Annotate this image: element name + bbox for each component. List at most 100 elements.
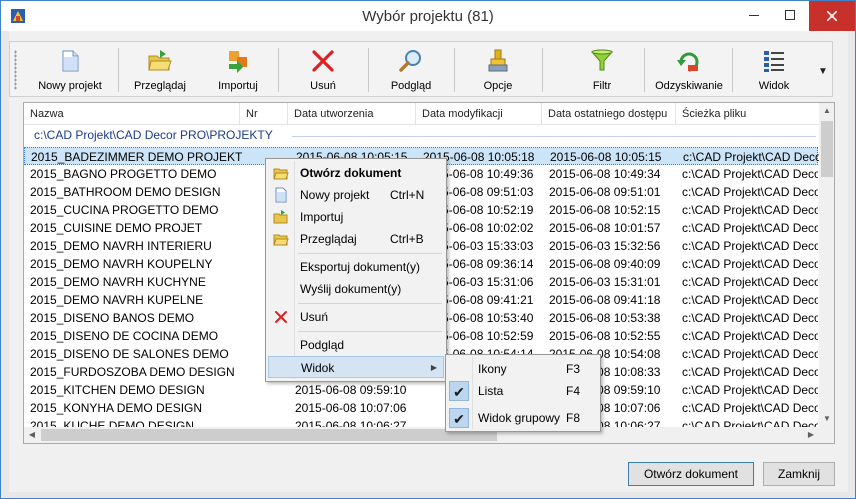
cell-name: 2015_DEMO NAVRH KOUPELNY <box>30 257 213 271</box>
cell-path: c:\CAD Projekt\CAD Decor PRO\PROJEKTY <box>682 275 818 289</box>
cell-accessed: 2015-06-08 10:52:15 <box>549 203 661 217</box>
cell-name: 2015_CUISINE DEMO PROJET <box>30 221 203 235</box>
recovery-button[interactable]: Odzyskiwanie <box>646 42 732 96</box>
checkmark-icon: ✔ <box>449 381 469 401</box>
cell-path: c:\CAD Projekt\CAD Decor PRO\PROJEKTY <box>683 150 819 164</box>
open-folder-icon <box>273 168 289 180</box>
submenu-item-list[interactable]: ✔ Lista F4 <box>448 380 598 402</box>
preview-button[interactable]: Podgląd <box>370 42 452 96</box>
toolbar-separator <box>732 48 733 92</box>
cell-name: 2015_BADEZIMMER DEMO PROJEKT <box>31 150 243 164</box>
toolbar-grip[interactable] <box>14 50 17 90</box>
cell-name: 2015_DISENO DE SALONES DEMO <box>30 347 229 361</box>
scroll-right-icon[interactable]: ▶ <box>803 427 819 443</box>
cell-created: 2015-06-08 10:07:06 <box>295 401 407 415</box>
cell-name: 2015_BATHROOM DEMO DESIGN <box>30 185 221 199</box>
group-header[interactable]: c:\CAD Projekt\CAD Decor PRO\PROJEKTY <box>34 128 273 142</box>
column-header-nr[interactable]: Nr <box>240 103 288 125</box>
cell-name: 2015_DEMO NAVRH INTERIERU <box>30 239 212 253</box>
delete-x-icon <box>312 50 334 72</box>
delete-button[interactable]: Usuń <box>280 42 366 96</box>
cell-name: 2015_BAGNO PROGETTO DEMO <box>30 167 217 181</box>
toolbar-separator <box>644 48 645 92</box>
view-button[interactable]: Widok <box>734 42 814 96</box>
options-button[interactable]: Opcje <box>456 42 540 96</box>
cell-path: c:\CAD Projekt\CAD Decor PRO\PROJEKTY <box>682 167 818 181</box>
column-header-created[interactable]: Data utworzenia <box>288 103 416 125</box>
browse-folder-icon <box>148 50 172 71</box>
column-header-row: Nazwa Nr Data utworzenia Data modyfikacj… <box>24 103 834 125</box>
menu-item-send[interactable]: Wyślij dokument(y) <box>268 278 444 300</box>
horizontal-scrollbar[interactable]: ◀ ▶ <box>24 427 819 443</box>
column-header-path[interactable]: Ścieżka pliku <box>676 103 820 125</box>
column-header-accessed[interactable]: Data ostatniego dostępu <box>542 103 676 125</box>
scroll-down-icon[interactable]: ▼ <box>819 411 834 427</box>
menu-separator <box>298 331 442 332</box>
cell-path: c:\CAD Projekt\CAD Decor PRO\PROJEKTY <box>682 221 818 235</box>
title-bar[interactable]: Wybór projektu (81) <box>1 1 855 31</box>
checkmark-icon: ✔ <box>449 408 469 428</box>
cell-name: 2015_DEMO NAVRH KUPELNE <box>30 293 204 307</box>
cell-accessed: 2015-06-03 15:32:56 <box>549 239 661 253</box>
menu-item-preview[interactable]: Podgląd <box>268 334 444 356</box>
cell-accessed: 2015-06-03 15:31:01 <box>549 275 661 289</box>
horizontal-scroll-thumb[interactable] <box>41 429 497 441</box>
menu-item-export[interactable]: Eksportuj dokument(y) <box>268 256 444 278</box>
menu-item-open-document[interactable]: Otwórz dokument <box>268 162 444 184</box>
menu-item-new-project[interactable]: Nowy projekt Ctrl+N <box>268 184 444 206</box>
toolbar-separator <box>542 48 543 92</box>
cell-path: c:\CAD Projekt\CAD Decor PRO\PROJEKTY <box>682 383 818 397</box>
toolbar-separator <box>368 48 369 92</box>
menu-item-delete[interactable]: Usuń <box>268 306 444 328</box>
cell-accessed: 2015-06-08 10:01:57 <box>549 221 661 235</box>
scroll-up-icon[interactable]: ▲ <box>819 103 834 119</box>
submenu-arrow-icon: ▶ <box>430 363 437 372</box>
cell-name: 2015_DEMO NAVRH KUCHYNE <box>30 275 206 289</box>
delete-x-icon <box>275 311 287 323</box>
submenu-item-group-view[interactable]: ✔ Widok grupowy F8 <box>448 407 598 429</box>
cell-path: c:\CAD Projekt\CAD Decor PRO\PROJEKTY <box>682 365 818 379</box>
minimize-button[interactable] <box>737 1 771 31</box>
filter-button[interactable]: Filtr <box>564 42 640 96</box>
options-icon <box>488 49 508 72</box>
view-submenu: Ikony F3 ✔ Lista F4 ✔ Widok grupowy F8 <box>445 354 601 432</box>
vertical-scroll-thumb[interactable] <box>821 121 833 177</box>
maximize-icon <box>785 10 795 20</box>
new-project-button[interactable]: Nowy projekt <box>24 42 116 96</box>
menu-item-view[interactable]: Widok ▶ <box>268 356 444 378</box>
import-button[interactable]: Importuj <box>200 42 276 96</box>
toolbar-separator <box>278 48 279 92</box>
close-button[interactable]: Zamknij <box>763 462 835 486</box>
cell-accessed: 2015-06-08 09:40:09 <box>549 257 661 271</box>
context-menu: Otwórz dokument Nowy projekt Ctrl+N Impo… <box>265 158 447 382</box>
magnifier-icon <box>399 50 421 72</box>
open-document-button[interactable]: Otwórz dokument <box>628 462 754 486</box>
close-window-button[interactable] <box>809 1 855 31</box>
cell-name: 2015_FURDOSZOBA DEMO DESIGN <box>30 365 235 379</box>
table-row[interactable]: 2015_KITCHEN DEMO DESIGN 2015-06-08 09:59… <box>24 381 818 399</box>
column-header-name[interactable]: Nazwa <box>24 103 240 125</box>
recovery-icon <box>677 52 699 72</box>
toolbar-overflow-chevron-icon[interactable]: ▼ <box>818 66 828 77</box>
browse-folder-icon <box>273 234 289 246</box>
maximize-button[interactable] <box>773 1 807 31</box>
menu-item-import[interactable]: Importuj <box>268 206 444 228</box>
menu-item-browse[interactable]: Przeglądaj Ctrl+B <box>268 228 444 250</box>
browse-button[interactable]: Przeglądaj <box>120 42 200 96</box>
cell-accessed: 2015-06-08 09:51:01 <box>549 185 661 199</box>
cell-path: c:\CAD Projekt\CAD Decor PRO\PROJEKTY <box>682 311 818 325</box>
menu-separator <box>298 303 442 304</box>
scroll-left-icon[interactable]: ◀ <box>24 427 40 443</box>
minimize-icon <box>749 15 759 16</box>
table-row[interactable]: 2015_KONYHA DEMO DESIGN 2015-06-08 10:07:… <box>24 399 818 417</box>
cell-name: 2015_DISENO BANOS DEMO <box>30 311 195 325</box>
column-header-modified[interactable]: Data modyfikacji <box>416 103 542 125</box>
cell-created: 2015-06-08 09:59:10 <box>295 383 407 397</box>
new-document-icon <box>62 50 79 72</box>
vertical-scrollbar[interactable]: ▲ ▼ <box>819 103 834 443</box>
window-title: Wybór projektu (81) <box>362 8 494 25</box>
submenu-item-icons[interactable]: Ikony F3 <box>448 358 598 380</box>
cell-accessed: 2015-06-08 09:41:18 <box>549 293 661 307</box>
close-icon <box>827 11 837 21</box>
toolbar-separator <box>454 48 455 92</box>
